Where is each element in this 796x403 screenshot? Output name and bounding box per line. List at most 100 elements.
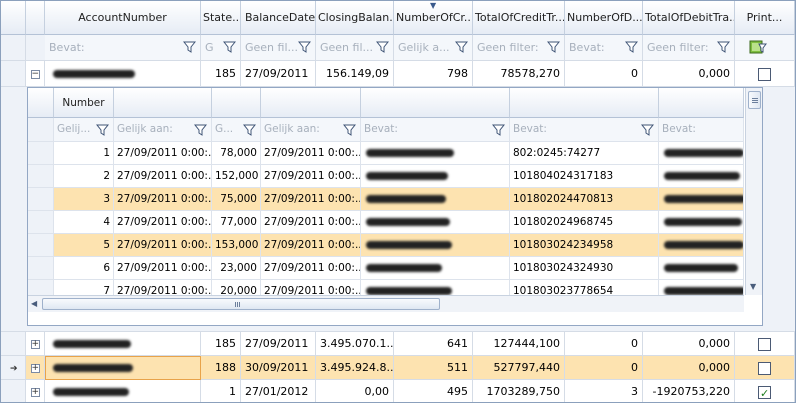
detail-cell-number[interactable]: 4: [54, 211, 114, 234]
funnel-icon[interactable]: [492, 124, 505, 136]
cell-balance-date[interactable]: 27/09/2011: [241, 332, 316, 356]
detail-cell-number[interactable]: 5: [54, 234, 114, 257]
col-header-number-of-debit[interactable]: NumberOfD...: [565, 1, 643, 35]
detail-table-row[interactable]: 4 27/09/2011 0:00:... 77,000 27/09/2011 0:0…: [28, 211, 744, 234]
detail-cell-number[interactable]: 6: [54, 257, 114, 280]
detail-cell-last[interactable]: [659, 165, 744, 188]
detail-cell-desc[interactable]: [361, 165, 510, 188]
printed-checkbox[interactable]: [758, 67, 771, 81]
cell-statement[interactable]: 188: [201, 356, 241, 380]
cell-balance-date[interactable]: 27/01/2012: [241, 380, 316, 402]
detail-row-indicator[interactable]: [28, 165, 54, 188]
col-header-number-of-credit[interactable]: ▼ NumberOfCr...: [394, 1, 473, 35]
row-indicator[interactable]: [1, 332, 26, 356]
detail-cell-ref[interactable]: 802:0245:74277: [510, 142, 659, 165]
cell-account-number[interactable]: [45, 332, 201, 356]
plus-box-icon[interactable]: +: [30, 363, 40, 373]
col-header-balance-date[interactable]: BalanceDate: [241, 1, 316, 35]
cell-number-of-debit[interactable]: 0: [565, 356, 643, 380]
cell-balance-date[interactable]: 30/09/2011: [241, 356, 316, 380]
row-indicator[interactable]: [1, 61, 26, 87]
filter-closing-balance[interactable]: Geen fil...: [316, 35, 394, 61]
detail-cell-desc[interactable]: [361, 234, 510, 257]
detail-cell-date1[interactable]: 27/09/2011 0:00:...: [114, 211, 212, 234]
detail-filter-desc[interactable]: Bevat:: [361, 118, 510, 142]
col-header-printed[interactable]: Print...: [735, 1, 795, 35]
funnel-icon[interactable]: [96, 124, 109, 136]
cell-number-of-debit[interactable]: 3: [565, 380, 643, 402]
detail-row-indicator[interactable]: [28, 234, 54, 257]
detail-table-row[interactable]: 2 27/09/2011 0:00:... 152,000 27/09/2011 0:…: [28, 165, 744, 188]
filter-account-number[interactable]: Bevat:: [45, 35, 201, 61]
detail-cell-date2[interactable]: 27/09/2011 0:00:...: [261, 211, 361, 234]
detail-cell-date2[interactable]: 27/09/2011 0:00:...: [261, 165, 361, 188]
detail-cell-date1[interactable]: 27/09/2011 0:00:...: [114, 165, 212, 188]
scrollbar-thumb[interactable]: [748, 91, 761, 109]
detail-cell-amount[interactable]: 152,000: [212, 165, 261, 188]
cell-total-credit[interactable]: 527797,440: [473, 356, 565, 380]
detail-cell-desc[interactable]: [361, 142, 510, 165]
filter-total-debit[interactable]: Geen filter:: [643, 35, 735, 61]
detail-cell-date1[interactable]: 27/09/2011 0:00:...: [114, 142, 212, 165]
scrollbar-thumb[interactable]: [42, 298, 440, 310]
row-indicator[interactable]: ➔: [1, 356, 26, 380]
col-header-total-debit[interactable]: TotalOfDebitTra...: [643, 1, 735, 35]
cell-number-of-credit[interactable]: 798: [394, 61, 473, 87]
cell-total-debit[interactable]: 0,000: [643, 61, 735, 87]
detail-horizontal-scrollbar[interactable]: ◀: [28, 295, 744, 312]
detail-row-indicator[interactable]: [28, 257, 54, 280]
expander-cell[interactable]: +: [26, 380, 45, 402]
detail-col-header-last[interactable]: [659, 88, 744, 118]
cell-balance-date[interactable]: 27/09/2011: [241, 61, 316, 87]
filter-number-of-debit[interactable]: Bevat:: [565, 35, 643, 61]
table-row[interactable]: +185 27/09/2011 3.495.070.1... 641 127444,10…: [1, 332, 795, 356]
detail-cell-last[interactable]: [659, 234, 744, 257]
funnel-icon[interactable]: [194, 124, 207, 136]
detail-table-row[interactable]: 1 27/09/2011 0:00:... 78,000 27/09/2011 0:0…: [28, 142, 744, 165]
table-row[interactable]: ➔ +188 30/09/2011 3.495.924.8... 511 527797,4…: [1, 356, 795, 380]
filter-statement[interactable]: G: [201, 35, 241, 61]
funnel-icon[interactable]: [717, 41, 730, 53]
filter-number-of-credit[interactable]: Gelijk a...: [394, 35, 473, 61]
cell-printed[interactable]: [735, 380, 795, 402]
funnel-icon[interactable]: [343, 124, 356, 136]
table-row[interactable]: +1 27/01/2012 0,00 495 1703289,750 3 -1920753,…: [1, 380, 795, 402]
detail-cell-number[interactable]: 2: [54, 165, 114, 188]
detail-filter-date1[interactable]: Gelijk aan:: [114, 118, 212, 142]
expander-cell[interactable]: +: [26, 356, 45, 380]
funnel-icon[interactable]: [455, 41, 468, 53]
cell-total-debit[interactable]: -1920753,220: [643, 380, 735, 402]
detail-cell-ref[interactable]: 101802024470813: [510, 188, 659, 211]
detail-cell-amount[interactable]: 75,000: [212, 188, 261, 211]
row-indicator[interactable]: [1, 380, 26, 402]
detail-cell-date2[interactable]: 27/09/2011 0:00:...: [261, 142, 361, 165]
col-header-total-credit[interactable]: TotalOfCreditTr...: [473, 1, 565, 35]
detail-cell-date2[interactable]: 27/09/2011 0:00:...: [261, 234, 361, 257]
cell-closing-balance[interactable]: 156.149,09: [316, 61, 394, 87]
detail-col-header-date1[interactable]: [114, 88, 212, 118]
detail-filter-amount[interactable]: G...: [212, 118, 261, 142]
detail-table-row[interactable]: 6 27/09/2011 0:00:... 23,000 27/09/2011 0:0…: [28, 257, 744, 280]
cell-account-number[interactable]: [45, 380, 201, 402]
detail-filter-date2[interactable]: Gelijk aan:: [261, 118, 361, 142]
detail-cell-number[interactable]: 3: [54, 188, 114, 211]
plus-box-icon[interactable]: +: [30, 339, 40, 349]
cell-total-debit[interactable]: 0,000: [643, 356, 735, 380]
checkbox-filter-icon[interactable]: [749, 40, 767, 54]
detail-cell-amount[interactable]: 77,000: [212, 211, 261, 234]
cell-number-of-debit[interactable]: 0: [565, 332, 643, 356]
detail-cell-date2[interactable]: 27/09/2011 0:00:...: [261, 188, 361, 211]
detail-cell-ref[interactable]: 101802024968745: [510, 211, 659, 234]
detail-cell-amount[interactable]: 153,000: [212, 234, 261, 257]
funnel-icon[interactable]: [223, 41, 236, 53]
funnel-icon[interactable]: [243, 124, 256, 136]
table-row[interactable]: − 185 27/09/2011 156.149,09 798 78578,27…: [1, 61, 795, 87]
scroll-down-icon[interactable]: ▼: [750, 282, 756, 291]
detail-cell-desc[interactable]: [361, 211, 510, 234]
cell-printed[interactable]: [735, 356, 795, 380]
col-header-statement[interactable]: State...: [201, 1, 241, 35]
funnel-icon[interactable]: [183, 41, 196, 53]
printed-checkbox[interactable]: [758, 382, 771, 402]
detail-filter-ref[interactable]: Bevat:: [510, 118, 659, 142]
cell-closing-balance[interactable]: 3.495.070.1...: [316, 332, 394, 356]
